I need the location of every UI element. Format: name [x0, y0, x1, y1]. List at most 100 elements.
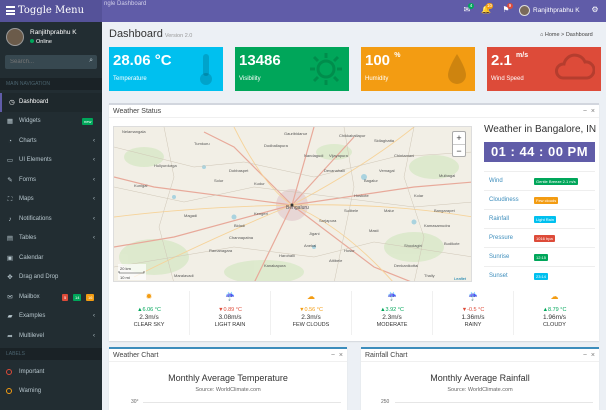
tile-label: Wind Speed — [491, 76, 524, 82]
zoom-out-button[interactable]: − — [453, 144, 465, 156]
user-menu[interactable]: Ranjithprabhu K — [533, 0, 580, 22]
envelope-icon: ✉ — [7, 294, 13, 301]
page-version: Version 2.0 — [164, 33, 193, 39]
breadcrumb: ⌂ Home > Dashboard — [540, 32, 593, 38]
status-label: Online — [36, 39, 52, 45]
weather-row-value: 12:15 — [534, 254, 549, 261]
tile-value-number: 100 — [365, 52, 391, 69]
sun-icon — [310, 53, 342, 85]
breadcrumb-current: Dashboard — [565, 32, 593, 38]
sidebar-item-ui-elements[interactable]: ▭ UI Elements ‹ — [0, 151, 102, 170]
sidebar-label-warning[interactable]: Warning — [0, 382, 102, 401]
map-place-label: Hosur — [344, 248, 355, 253]
mailbox-badge: 5 — [62, 294, 69, 301]
cloud-icon: ☁ — [307, 292, 315, 301]
chart-subtitle: Source: WorldClimate.com — [447, 387, 513, 393]
map-place-label: Mulbagal — [439, 173, 455, 178]
weather-row-key: Pressure — [489, 235, 514, 241]
status-indicator: Online — [30, 39, 52, 45]
forecast-wind: 2.3m/s — [382, 314, 402, 321]
sidebar-item-multilevel[interactable]: ➦ Multilevel ‹ — [0, 327, 102, 346]
chevron-left-icon: ‹ — [93, 138, 95, 144]
rain-icon: ☔ — [468, 292, 478, 301]
scale-mi: 10 mi — [120, 275, 130, 280]
humidity-tile: 100 % Humidity — [361, 47, 475, 91]
sidebar-item-dashboard[interactable]: ◷ Dashboard — [0, 93, 102, 112]
map-canvas[interactable]: Bengaluru Nelamangala Tumkuru Dodballapu… — [114, 127, 472, 282]
breadcrumb-home[interactable]: Home — [545, 32, 560, 38]
sidebar-item-label: Important — [19, 369, 45, 375]
map-place-label: Dobbaspet — [229, 168, 249, 173]
close-icon[interactable]: × — [591, 108, 595, 115]
box-title: Rainfall Chart — [365, 352, 408, 359]
chart-title: Monthly Average Rainfall — [430, 373, 530, 383]
weather-row-key: Sunrise — [489, 254, 510, 260]
minimize-icon[interactable]: − — [331, 352, 335, 359]
folder-icon: ▰ — [7, 313, 13, 320]
circle-icon — [6, 388, 12, 394]
sidebar-item-examples[interactable]: ▰ Examples ‹ — [0, 307, 102, 326]
sidebar-item-forms[interactable]: ✎ Forms ‹ — [0, 171, 102, 190]
gears-icon[interactable]: ⚙ — [590, 5, 600, 15]
sidebar-label-important[interactable]: Important — [0, 363, 102, 382]
sidebar-item-mailbox[interactable]: ✉ Mailbox 5 14 16 — [0, 288, 102, 307]
map-place-label: Kudur — [254, 181, 265, 186]
chevron-left-icon: ‹ — [93, 177, 95, 183]
search-input[interactable] — [5, 55, 85, 69]
forecast-day: ☔ ▲3.92 °C 2.3m/s MODERATE — [352, 291, 433, 335]
map-scale: 20 km 10 mi — [118, 264, 146, 280]
sidebar-item-tables[interactable]: ▤ Tables ‹ — [0, 229, 102, 248]
online-dot-icon — [30, 39, 34, 43]
weather-row-value: 23:14 — [534, 273, 549, 280]
drag-icon: ✥ — [7, 274, 13, 281]
forecast-day: ☁ ▼0.56 °C 2.3m/s FEW CLOUDS — [271, 291, 352, 335]
page-title-text: Dashboard — [109, 28, 163, 40]
map-place-label: Nelamangala — [122, 129, 146, 134]
weather-row-value: 1016 hpa — [534, 235, 555, 242]
tile-unit: m/s — [516, 52, 529, 59]
close-icon[interactable]: × — [591, 352, 595, 359]
sidebar-item-label: Charts — [19, 138, 37, 144]
map-place-label: Harohalli — [279, 253, 295, 258]
map-place-label: Ramanagara — [209, 248, 233, 253]
map-place-label: Huliyurdurga — [154, 163, 177, 168]
sidebar-item-label: Widgets — [19, 118, 41, 124]
map-place-label: Jigani — [309, 231, 320, 236]
sidebar-item-label: Tables — [19, 235, 37, 241]
rain-icon: ☔ — [225, 292, 235, 301]
sidebar-item-widgets[interactable]: ▦ Widgets new — [0, 112, 102, 131]
sidebar-item-label: Mailbox — [19, 294, 40, 300]
map-place-label: Tumkuru — [194, 141, 210, 146]
box-header: Weather Status − × — [109, 105, 599, 118]
weather-row-cloudiness: Cloudiness Few clouds — [484, 190, 595, 209]
zoom-in-button[interactable]: + — [453, 132, 465, 144]
minimize-icon[interactable]: − — [583, 108, 587, 115]
map-place-label: Magadi — [184, 213, 197, 218]
avatar[interactable] — [519, 5, 530, 16]
sidebar-item-calendar[interactable]: ▣ Calendar — [0, 249, 102, 268]
chart-gridline — [143, 402, 341, 403]
temperature-tile: 28.06 °C Temperature — [109, 47, 223, 91]
sidebar-user-name: Ranjithprabhu K — [30, 29, 77, 36]
sidebar-item-charts[interactable]: ◔ Charts ‹ — [0, 132, 102, 151]
minimize-icon[interactable]: − — [583, 352, 587, 359]
chart-subtitle: Source: WorldClimate.com — [195, 387, 261, 393]
sidebar-item-label: Dashboard — [19, 99, 49, 105]
map-city-label: Bengaluru — [286, 205, 309, 211]
hamburger-icon — [6, 5, 15, 17]
drop-icon — [448, 54, 466, 84]
map-place-label: Masti — [369, 228, 379, 233]
search-icon[interactable]: ⌕ — [89, 57, 93, 65]
weather-map[interactable]: Bengaluru Nelamangala Tumkuru Dodballapu… — [113, 126, 472, 282]
sidebar-item-drag-and-drop[interactable]: ✥ Drag and Drop — [0, 268, 102, 287]
tile-value: 28.06 °C — [113, 52, 172, 69]
close-icon[interactable]: × — [339, 352, 343, 359]
sidebar-item-maps[interactable]: ⛶ Maps ‹ — [0, 190, 102, 209]
map-place-label: Kanakapura — [264, 263, 286, 268]
map-attribution[interactable]: Leaflet — [454, 276, 467, 281]
sidebar-toggle[interactable]: Toggle Menu — [0, 0, 102, 22]
visibility-tile: 13486 Visibility — [235, 47, 349, 91]
map-place-label: Sidlaghatta — [374, 138, 395, 143]
sidebar-item-notifications[interactable]: ♪ Notifications ‹ — [0, 210, 102, 229]
map-place-label: Channapatna — [229, 235, 254, 240]
